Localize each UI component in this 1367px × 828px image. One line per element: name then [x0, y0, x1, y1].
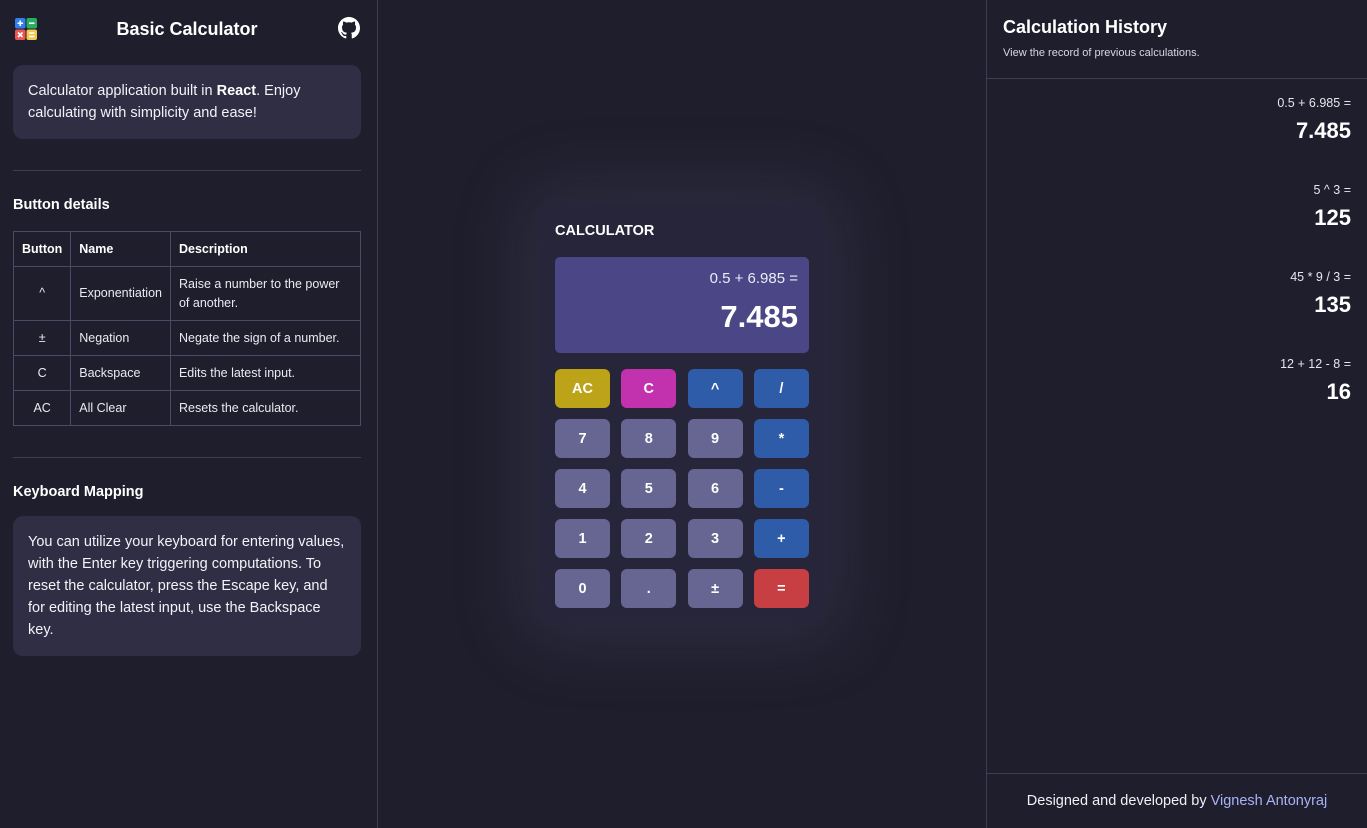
keyboard-mapping-title: Keyboard Mapping — [13, 484, 144, 500]
history-title: Calculation History — [1003, 17, 1168, 37]
table-row: C Backspace Edits the latest input. — [12, 355, 362, 391]
history-expression: 0.5 + 6.985 = — [1277, 96, 1351, 110]
github-icon[interactable] — [338, 17, 360, 39]
digit-2-button[interactable]: 2 — [621, 519, 677, 558]
info-sidebar: Basic Calculator Calculator application … — [0, 0, 378, 828]
digit-5-button[interactable]: 5 — [621, 469, 677, 508]
table-header-row: Button Name Description — [12, 231, 362, 267]
button-details-title: Button details — [13, 197, 110, 213]
negate-button[interactable]: ± — [687, 569, 743, 608]
section-divider — [13, 457, 361, 458]
digit-8-button[interactable]: 8 — [621, 419, 677, 458]
history-panel: Calculation History View the record of p… — [986, 0, 1367, 828]
equals-button[interactable]: = — [753, 569, 809, 608]
power-button[interactable]: ^ — [687, 369, 743, 408]
history-expression: 45 * 9 / 3 = — [1290, 270, 1351, 284]
backspace-button[interactable]: C — [621, 369, 677, 408]
keypad: AC C ^ / 7 8 9 * 4 5 6 - 1 2 3 + 0 . ± = — [555, 369, 809, 608]
table-row: ± Negation Negate the sign of a number. — [12, 320, 362, 356]
author-link[interactable]: Vignesh Antonyraj — [1211, 793, 1328, 809]
cell-description: Negate the sign of a number. — [169, 320, 362, 356]
table-row: ^ Exponentiation Raise a number to the p… — [12, 266, 362, 321]
column-header-button: Button — [12, 231, 72, 267]
calculator-display: 0.5 + 6.985 = 7.485 — [555, 257, 809, 353]
history-result: 135 — [1314, 292, 1351, 317]
digit-0-button[interactable]: 0 — [555, 569, 610, 608]
footer-text: Designed and developed by — [1026, 793, 1207, 809]
history-item[interactable]: 45 * 9 / 3 = 135 — [1003, 270, 1351, 357]
digit-6-button[interactable]: 6 — [687, 469, 743, 508]
history-item[interactable]: 12 + 12 - 8 = 16 — [1003, 357, 1351, 444]
digit-1-button[interactable]: 1 — [555, 519, 610, 558]
footer-credits: Designed and developed by Vignesh Antony… — [987, 773, 1367, 828]
history-expression: 5 ^ 3 = — [1313, 183, 1352, 197]
button-details-table: Button Name Description ^ Exponentiation… — [12, 231, 362, 426]
intro-text-before: Calculator application built in — [28, 83, 217, 99]
section-divider — [13, 170, 361, 171]
intro-description: Calculator application built in React. E… — [13, 65, 361, 139]
digit-7-button[interactable]: 7 — [555, 419, 610, 458]
digit-9-button[interactable]: 9 — [687, 419, 743, 458]
cell-name: All Clear — [70, 390, 171, 426]
intro-text-bold: React — [216, 83, 257, 99]
cell-button: ± — [12, 320, 72, 356]
digit-3-button[interactable]: 3 — [687, 519, 743, 558]
history-result: 125 — [1314, 205, 1351, 230]
add-button[interactable]: + — [753, 519, 809, 558]
cell-button: AC — [12, 390, 72, 426]
history-item[interactable]: 5 ^ 3 = 125 — [1003, 183, 1352, 270]
cell-name: Exponentiation — [70, 266, 171, 321]
history-list: 0.5 + 6.985 = 7.485 5 ^ 3 = 125 45 * 9 /… — [987, 79, 1367, 444]
subtract-button[interactable]: - — [753, 469, 809, 508]
history-item[interactable]: 0.5 + 6.985 = 7.485 — [1003, 96, 1351, 183]
sidebar-header: Basic Calculator — [13, 0, 361, 58]
column-header-name: Name — [70, 231, 171, 267]
digit-4-button[interactable]: 4 — [555, 469, 610, 508]
display-result: 7.485 — [720, 299, 798, 334]
calculator-app-icon — [15, 18, 37, 40]
all-clear-button[interactable]: AC — [555, 369, 610, 408]
cell-name: Backspace — [70, 355, 171, 391]
history-result: 7.485 — [1295, 118, 1351, 143]
cell-button: ^ — [12, 266, 72, 321]
cell-button: C — [12, 355, 72, 391]
keyboard-mapping-description: You can utilize your keyboard for enteri… — [13, 516, 361, 656]
app-title: Basic Calculator — [116, 18, 258, 39]
cell-description: Raise a number to the power of another. — [169, 266, 362, 321]
history-header: Calculation History View the record of p… — [987, 0, 1367, 79]
history-expression: 12 + 12 - 8 = — [1280, 357, 1351, 371]
column-header-description: Description — [169, 231, 362, 267]
decimal-button[interactable]: . — [621, 569, 677, 608]
multiply-button[interactable]: * — [753, 419, 809, 458]
display-expression: 0.5 + 6.985 = — [709, 270, 798, 287]
history-result: 16 — [1326, 379, 1351, 404]
cell-description: Edits the latest input. — [169, 355, 362, 391]
cell-description: Resets the calculator. — [169, 390, 362, 426]
history-subtitle: View the record of previous calculations… — [1003, 47, 1200, 59]
calculator: CALCULATOR 0.5 + 6.985 = 7.485 AC C ^ / … — [540, 205, 824, 623]
divide-button[interactable]: / — [753, 369, 809, 408]
cell-name: Negation — [70, 320, 171, 356]
table-row: AC All Clear Resets the calculator. — [12, 390, 362, 426]
calculator-title: CALCULATOR — [555, 223, 655, 239]
